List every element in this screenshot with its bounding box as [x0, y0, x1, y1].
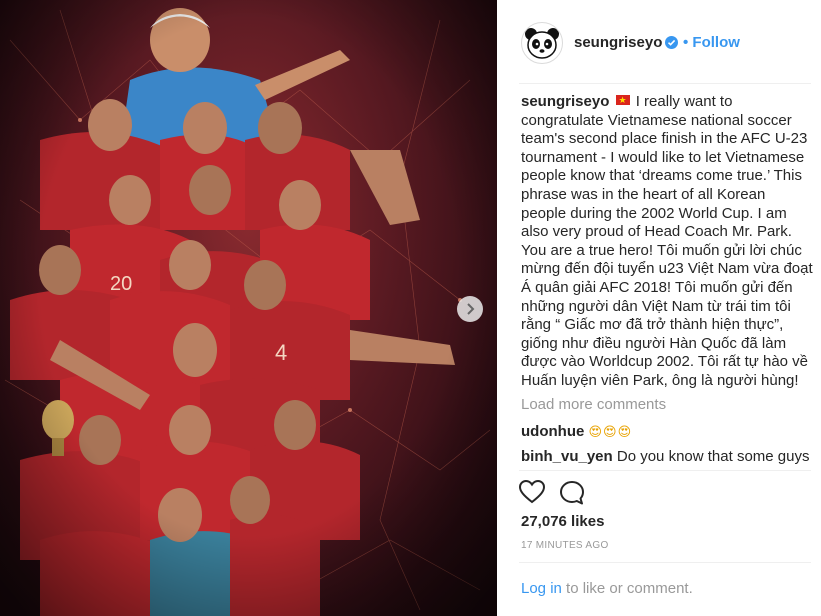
caption-text: I really want to congratulate Vietnamese…: [521, 93, 813, 389]
comment-text: Do you know that some guys: [616, 448, 810, 465]
login-link[interactable]: Log in: [521, 580, 562, 597]
comment-bubble-icon[interactable]: [559, 480, 585, 506]
footer-divider: [519, 562, 811, 563]
chevron-right-icon: [467, 303, 475, 315]
caption: seungriseyo I really want to congratulat…: [521, 92, 813, 391]
post-author-username[interactable]: seungriseyo: [574, 34, 662, 51]
follow-label: Follow: [692, 34, 740, 51]
comment-item: udonhue 😍😍😍: [521, 423, 632, 440]
post-timestamp: 17 MINUTES AGO: [521, 540, 609, 551]
login-prompt-text: to like or comment.: [561, 580, 693, 597]
header-divider: [519, 83, 811, 84]
comment-username[interactable]: udonhue: [521, 423, 584, 440]
vietnam-flag-icon: [615, 92, 630, 111]
follow-button[interactable]: • Follow: [683, 34, 740, 51]
next-image-button[interactable]: [457, 296, 483, 322]
comment-username[interactable]: binh_vu_yen: [521, 448, 613, 465]
load-more-comments-button[interactable]: Load more comments: [521, 396, 666, 413]
heart-icon[interactable]: [519, 480, 545, 504]
instagram-post: 20 4: [0, 0, 821, 616]
post-header: seungriseyo • Follow: [497, 0, 821, 84]
caption-username[interactable]: seungriseyo: [521, 93, 609, 110]
comment-text: 😍😍😍: [588, 425, 633, 440]
comment-item: binh_vu_yen Do you know that some guys: [521, 448, 809, 465]
panda-icon: [525, 28, 559, 59]
post-image: 20 4: [0, 0, 497, 616]
post-sidebar: seungriseyo • Follow seungriseyo I reall…: [497, 0, 821, 616]
comments-divider: [519, 470, 811, 471]
team-photo-illustration: 20 4: [0, 0, 497, 616]
verified-badge-icon: [665, 36, 678, 49]
comments-section: seungriseyo I really want to congratulat…: [521, 92, 813, 391]
panda-avatar[interactable]: [521, 22, 563, 64]
login-prompt: Log in to like or comment.: [521, 580, 693, 597]
like-count[interactable]: 27,076 likes: [521, 513, 604, 530]
